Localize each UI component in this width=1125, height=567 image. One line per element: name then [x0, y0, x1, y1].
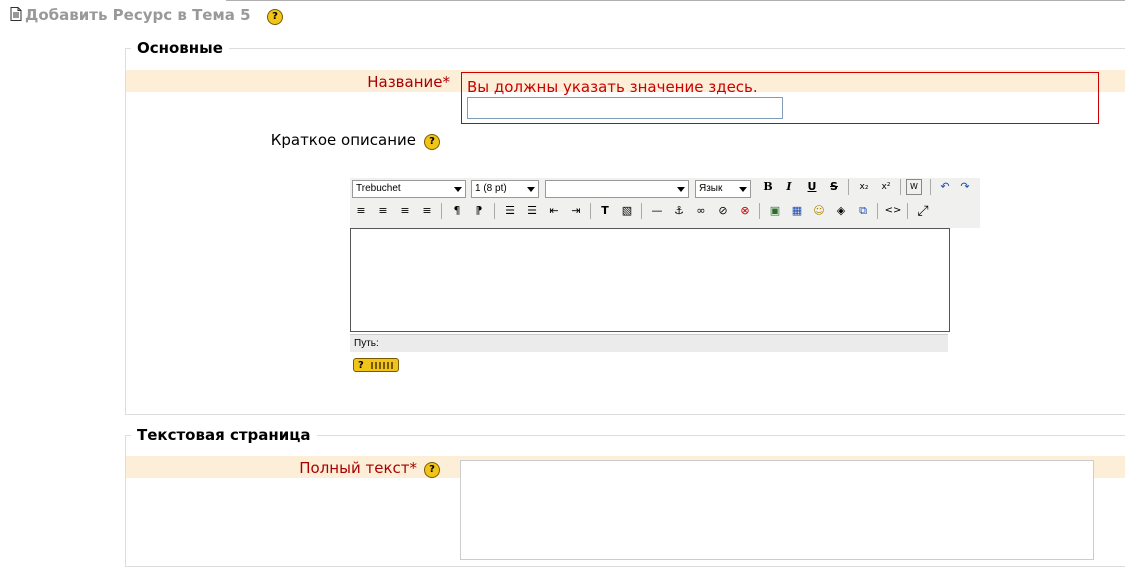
fieldset-legend-text-page: Текстовая страница	[131, 426, 317, 444]
toolbar-separator	[848, 179, 849, 195]
fullscreen-icon[interactable]: ⤢	[914, 202, 932, 220]
editor-content-area[interactable]	[350, 228, 950, 332]
bold-button[interactable]: B	[759, 178, 777, 196]
unordered-list-button[interactable]: ☰	[523, 202, 541, 220]
rtl-button[interactable]: ¶	[470, 202, 488, 220]
editor-path-label: Путь:	[354, 338, 379, 349]
help-icon[interactable]: ?	[424, 462, 440, 478]
toolbar-separator	[494, 203, 495, 219]
keyboard-help-button[interactable]: ?	[353, 358, 399, 372]
name-input[interactable]	[467, 97, 783, 119]
chevron-down-icon	[677, 187, 685, 192]
html-source-icon[interactable]: <>	[884, 202, 902, 220]
font-family-select[interactable]: Trebuchet	[352, 180, 466, 198]
toolbar-separator	[900, 179, 901, 195]
paste-from-word-button[interactable]: W	[906, 179, 922, 195]
superscript-button[interactable]: x²	[877, 178, 895, 196]
help-icon[interactable]: ?	[424, 134, 440, 150]
help-icon[interactable]: ?	[267, 9, 283, 25]
align-left-button[interactable]: ≡	[352, 202, 370, 220]
language-value: Язык	[699, 183, 723, 194]
name-label: Название*	[0, 73, 450, 91]
toolbar-separator	[930, 179, 931, 195]
insert-table-icon[interactable]: ▦	[788, 202, 806, 220]
special-char-icon[interactable]: ◈	[832, 202, 850, 220]
toolbar-separator	[590, 203, 591, 219]
font-family-value: Trebuchet	[356, 183, 401, 194]
align-right-button[interactable]: ≡	[396, 202, 414, 220]
toolbar-separator	[641, 203, 642, 219]
keyboard-icon	[371, 362, 395, 369]
redo-button[interactable]: ↷	[956, 178, 974, 196]
toolbar-separator	[877, 203, 878, 219]
editor-statusbar	[350, 334, 948, 352]
align-center-button[interactable]: ≡	[374, 202, 392, 220]
fieldset-legend-general: Основные	[131, 39, 229, 57]
justify-button[interactable]: ≡	[418, 202, 436, 220]
nolink-icon[interactable]: ⊗	[736, 202, 754, 220]
indent-button[interactable]: ⇥	[567, 202, 585, 220]
background-color-button[interactable]: ▧	[618, 202, 636, 220]
format-select[interactable]	[545, 180, 689, 198]
strikethrough-button[interactable]: S	[825, 178, 843, 196]
undo-button[interactable]: ↶	[936, 178, 954, 196]
unlink-icon[interactable]: ⊘	[714, 202, 732, 220]
link-icon[interactable]: ∞	[692, 202, 710, 220]
error-message: Вы должны указать значение здесь.	[467, 78, 758, 96]
chevron-down-icon	[527, 187, 535, 192]
full-text-editor[interactable]	[460, 460, 1094, 560]
font-size-select[interactable]: 1 (8 pt)	[471, 180, 539, 198]
subscript-button[interactable]: x₂	[855, 178, 873, 196]
page-title: Добавить Ресурс в Тема 5	[25, 6, 251, 24]
summary-label: Краткое описание	[270, 131, 416, 149]
text-color-button[interactable]: T	[596, 202, 614, 220]
language-select[interactable]: Язык	[695, 180, 751, 198]
ltr-button[interactable]: ¶	[448, 202, 466, 220]
ordered-list-button[interactable]: ☰	[501, 202, 519, 220]
toolbar-separator	[759, 203, 760, 219]
chevron-down-icon	[739, 187, 747, 192]
required-mark: *	[409, 459, 418, 477]
toolbar-separator	[441, 203, 442, 219]
font-size-value: 1 (8 pt)	[475, 183, 507, 194]
search-replace-icon[interactable]: ⧉	[854, 202, 872, 220]
chevron-down-icon	[454, 187, 462, 192]
italic-button[interactable]: I	[780, 178, 798, 196]
insert-image-icon[interactable]: ▣	[766, 202, 784, 220]
full-text-label: Полный текст*	[0, 459, 417, 477]
document-icon	[10, 7, 22, 21]
outdent-button[interactable]: ⇤	[545, 202, 563, 220]
required-mark: *	[442, 73, 451, 91]
help-icon: ?	[358, 360, 364, 371]
top-divider	[226, 0, 1125, 1]
toolbar-separator	[907, 203, 908, 219]
full-text-label-text: Полный текст	[299, 459, 410, 477]
name-label-text: Название	[367, 73, 443, 91]
smiley-icon[interactable]: ☺	[810, 202, 828, 220]
editor-toolbar: Trebuchet 1 (8 pt) Язык B I U S x₂ x² W …	[350, 178, 980, 228]
underline-button[interactable]: U	[803, 178, 821, 196]
horizontal-rule-button[interactable]: —	[648, 202, 666, 220]
anchor-icon[interactable]: ⚓	[670, 202, 688, 220]
